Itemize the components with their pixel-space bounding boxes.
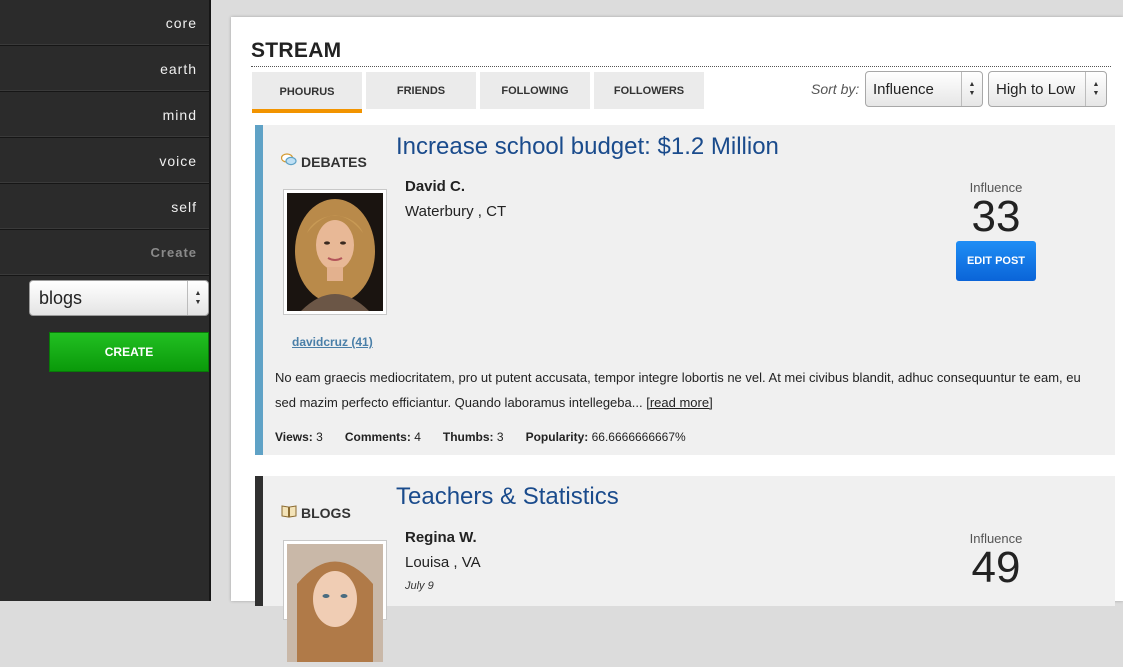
post-title-link[interactable]: Teachers & Statistics: [396, 483, 619, 511]
sidebar-item-core[interactable]: core: [0, 0, 209, 46]
stat-value: 4: [414, 430, 421, 444]
sidebar-item-label: self: [171, 198, 197, 215]
post-stats: Views: 3 Comments: 4 Thumbs: 3 Popularit…: [275, 430, 708, 444]
tab-followers[interactable]: FOLLOWERS: [594, 72, 704, 109]
sidebar-item-mind[interactable]: mind: [0, 92, 209, 138]
author-username-link[interactable]: davidcruz (41): [292, 335, 373, 349]
post-category-label: BLOGS: [301, 504, 351, 521]
sort-order-value: High to Low: [996, 80, 1076, 98]
select-arrows-icon: ▲ ▼: [187, 281, 208, 315]
influence-score: 49: [971, 543, 1021, 592]
sidebar-create-heading: Create: [0, 230, 209, 276]
stat-comments: Comments: 4: [345, 430, 421, 444]
post-category: DEBATES: [280, 153, 367, 170]
read-more-link[interactable]: [read more]: [646, 395, 712, 410]
author-portrait-image: [287, 193, 383, 311]
create-type-value: blogs: [39, 287, 83, 308]
stat-value: 66.6666666667%: [591, 430, 686, 444]
post-date: July 9: [405, 580, 434, 592]
tab-following[interactable]: FOLLOWING: [480, 72, 590, 109]
author-portrait-image: [287, 544, 383, 662]
sidebar: core earth mind voice self Create blogs …: [0, 0, 211, 601]
edit-post-button[interactable]: EDIT POST: [956, 241, 1036, 281]
sort-by-label: Sort by:: [811, 81, 860, 97]
post-card: DEBATES Increase school budget: $1.2 Mil…: [255, 125, 1115, 455]
stat-label: Popularity:: [525, 430, 589, 444]
sidebar-item-label: core: [165, 14, 197, 31]
stat-value: 3: [316, 430, 323, 444]
sort-field-value: Influence: [873, 80, 934, 98]
post-excerpt: No eam graecis mediocritatem, pro ut put…: [275, 365, 1101, 415]
author-name: David C.: [405, 178, 466, 195]
create-type-select[interactable]: blogs ▲ ▼: [29, 280, 209, 316]
author-location: Louisa , VA: [405, 554, 481, 571]
stat-value: 3: [496, 430, 504, 444]
tab-friends[interactable]: FRIENDS: [366, 72, 476, 109]
tab-phourus[interactable]: PHOURUS: [252, 72, 362, 113]
post-category: BLOGS: [281, 504, 351, 521]
select-arrows-icon: ▲ ▼: [961, 72, 982, 106]
author-photo[interactable]: [283, 189, 387, 315]
post-title-link[interactable]: Increase school budget: $1.2 Million: [396, 133, 779, 161]
select-arrows-icon: ▲ ▼: [1085, 72, 1106, 106]
stat-label: Comments:: [344, 430, 411, 444]
stat-thumbs: Thumbs: 3: [443, 430, 504, 444]
sidebar-item-label: earth: [160, 60, 197, 77]
sort-order-select[interactable]: High to Low ▲ ▼: [988, 71, 1107, 107]
speech-bubbles-icon: [280, 153, 297, 170]
main-panel: STREAM PHOURUS FRIENDS FOLLOWING FOLLOWE…: [231, 17, 1123, 662]
tab-label: PHOURUS: [279, 86, 335, 98]
author-photo[interactable]: [283, 540, 387, 662]
post-category-label: DEBATES: [301, 153, 367, 170]
influence-score: 33: [971, 192, 1021, 241]
sidebar-item-label: mind: [162, 106, 197, 123]
post-card: BLOGS Teachers & Statistics Regina W. Lo…: [255, 476, 1115, 662]
sidebar-item-label: Create: [150, 245, 197, 260]
tab-label: FOLLOWERS: [613, 84, 685, 97]
author-location: Waterbury , CT: [405, 203, 507, 220]
sidebar-item-label: voice: [159, 152, 197, 169]
sidebar-item-voice[interactable]: voice: [0, 138, 209, 184]
book-icon: [281, 504, 297, 521]
page-title: STREAM: [251, 39, 342, 62]
stat-popularity: Popularity: 66.6666666667%: [526, 430, 686, 444]
title-divider: [251, 66, 1111, 67]
sidebar-item-earth[interactable]: earth: [0, 46, 209, 92]
create-button[interactable]: CREATE: [49, 332, 209, 372]
stat-label: Views:: [275, 430, 313, 444]
stat-label: Thumbs:: [442, 430, 494, 444]
author-name: Regina W.: [405, 529, 477, 546]
tab-label: FRIENDS: [396, 84, 446, 97]
sort-field-select[interactable]: Influence ▲ ▼: [865, 71, 983, 107]
stat-views: Views: 3: [275, 430, 323, 444]
sidebar-item-self[interactable]: self: [0, 184, 209, 230]
tab-label: FOLLOWING: [501, 84, 569, 97]
